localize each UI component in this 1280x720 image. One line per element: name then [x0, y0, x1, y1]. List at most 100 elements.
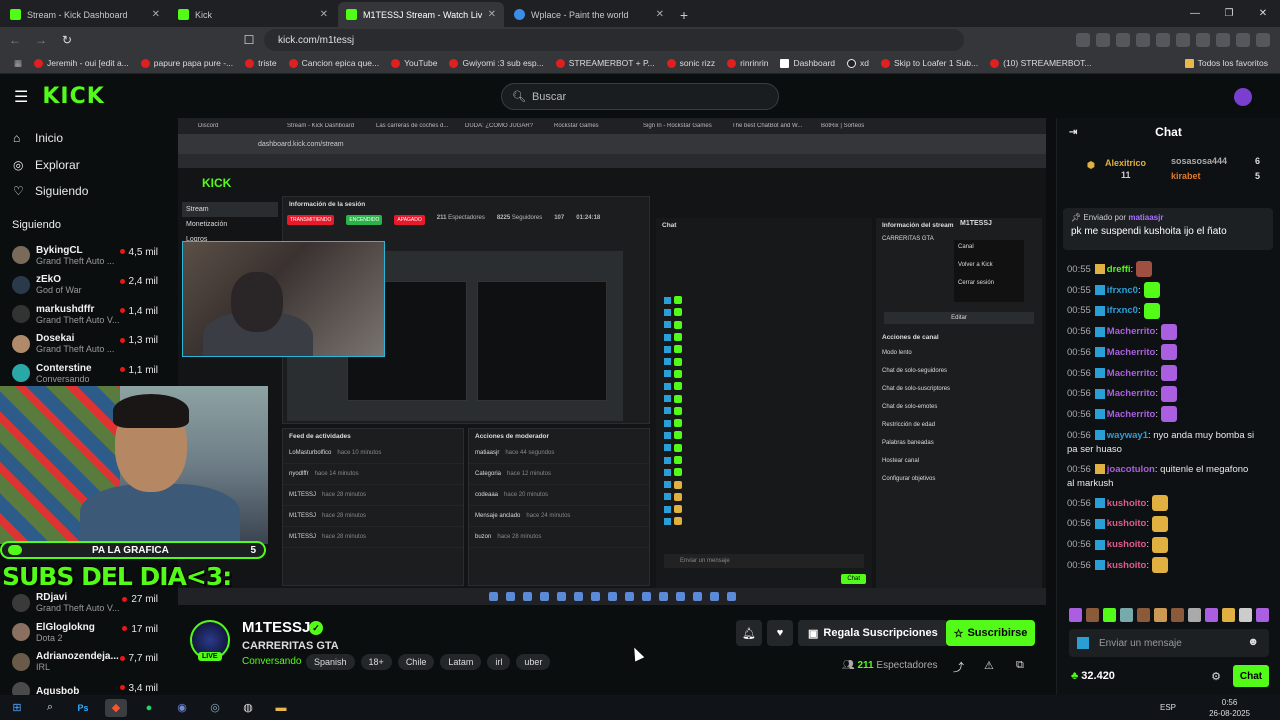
- gift-subs-button[interactable]: ▣ Regala Suscripciones: [798, 620, 948, 646]
- bookmark-item[interactable]: YouTube: [391, 58, 437, 68]
- chat-message[interactable]: 00:56 kushoito:: [1057, 535, 1267, 556]
- obs-icon[interactable]: ◍: [237, 699, 259, 717]
- emote[interactable]: [1222, 608, 1235, 622]
- pinned-message[interactable]: 📌︎ Enviado por matiaasjr pk me suspendi …: [1063, 208, 1273, 250]
- tag[interactable]: Chile: [397, 654, 435, 670]
- bookmark-item[interactable]: Gwiyomi :3 sub esp...: [449, 58, 544, 68]
- bookmark-item[interactable]: Cancion epica que...: [288, 58, 379, 68]
- channel-points[interactable]: 32.420: [1071, 670, 1115, 682]
- collapse-chat-icon[interactable]: ⇥: [1069, 127, 1077, 138]
- extension-icon[interactable]: [1236, 33, 1250, 47]
- chat-message[interactable]: 00:56 Macherrito:: [1057, 343, 1267, 364]
- followed-channel[interactable]: ElGloglokng Dota 2 17 mil: [0, 618, 170, 648]
- sidebar-item-siguiendo[interactable]: ♡ Siguiendo: [0, 178, 170, 205]
- tag[interactable]: irl: [487, 654, 511, 670]
- spotify-icon[interactable]: ●: [138, 699, 160, 717]
- emote[interactable]: [1137, 608, 1150, 622]
- new-tab-button[interactable]: +: [672, 2, 696, 27]
- extension-icon[interactable]: [1216, 33, 1230, 47]
- chat-message[interactable]: 00:56 Macherrito:: [1057, 405, 1267, 426]
- followed-channel[interactable]: Conterstine Conversando 1,1 mil: [0, 359, 170, 389]
- emote[interactable]: [1239, 608, 1252, 622]
- share-icon[interactable]: ⤴: [953, 659, 964, 675]
- close-tab-icon[interactable]: ✕: [488, 9, 496, 20]
- sidebar-item-explorar[interactable]: ◎ Explorar: [0, 152, 170, 179]
- chat-message[interactable]: 00:56 Macherrito:: [1057, 384, 1267, 405]
- forward-arrow-icon[interactable]: →: [30, 29, 52, 51]
- maximize-icon[interactable]: ❐: [1212, 0, 1246, 27]
- extension-icon[interactable]: [1196, 33, 1210, 47]
- chat-message[interactable]: 00:55 dreffi:: [1057, 260, 1267, 281]
- photoshop-icon[interactable]: Ps: [72, 699, 94, 717]
- follow-heart-button[interactable]: ♥: [767, 620, 793, 646]
- extension-icon[interactable]: [1176, 33, 1190, 47]
- emote[interactable]: [1256, 608, 1269, 622]
- extension-icon[interactable]: [1136, 33, 1150, 47]
- minimize-icon[interactable]: —: [1178, 0, 1212, 27]
- emote[interactable]: [1103, 608, 1116, 622]
- notification-bell-button[interactable]: 🔔︎: [736, 620, 762, 646]
- emote[interactable]: [1069, 608, 1082, 622]
- chat-message[interactable]: 00:56 Macherrito:: [1057, 322, 1267, 343]
- subscribe-button[interactable]: ☆ Suscribirse: [946, 620, 1035, 646]
- followed-channel[interactable]: zEkO God of War 2,4 mil: [0, 270, 170, 300]
- chat-message-input[interactable]: Enviar un mensaje ☻: [1069, 629, 1269, 657]
- followed-channel[interactable]: markushdffr Grand Theft Auto V... 1,4 mil: [0, 300, 170, 330]
- clock[interactable]: 0:56 26-08-2025: [1209, 697, 1250, 719]
- extension-icon[interactable]: [1256, 33, 1270, 47]
- gear-icon[interactable]: ⚙: [1211, 670, 1221, 683]
- bookmark-item[interactable]: sonic rizz: [666, 58, 715, 68]
- bookmark-item[interactable]: triste: [245, 58, 277, 68]
- chat-message[interactable]: 00:55 ifrxnc0:: [1057, 301, 1267, 322]
- tag[interactable]: 18+: [360, 654, 392, 670]
- language-indicator[interactable]: ESP: [1160, 703, 1176, 712]
- bookmark-item[interactable]: papure papa pure -...: [140, 58, 233, 68]
- emote[interactable]: [1086, 608, 1099, 622]
- extension-icon[interactable]: [1096, 33, 1110, 47]
- tag[interactable]: Latam: [440, 654, 482, 670]
- bookmark-item[interactable]: Skip to Loafer 1 Sub...: [881, 58, 978, 68]
- stream-video[interactable]: Discord Stream - Kick Dashboard Las carr…: [178, 118, 1046, 605]
- browser-tab[interactable]: Stream - Kick Dashboard ✕: [2, 2, 168, 27]
- chat-message[interactable]: 00:56 kushoito:: [1057, 514, 1267, 535]
- bookmark-item[interactable]: Dashboard: [780, 58, 835, 68]
- close-window-icon[interactable]: ✕: [1246, 0, 1280, 27]
- streamer-name[interactable]: M1TESSJ: [242, 619, 310, 636]
- menu-hamburger-icon[interactable]: ☰: [14, 87, 28, 107]
- tag[interactable]: uber: [516, 654, 551, 670]
- send-chat-button[interactable]: Chat: [1233, 665, 1269, 687]
- emote[interactable]: [1188, 608, 1201, 622]
- browser-tab[interactable]: Wplace - Paint the world ✕: [506, 2, 672, 27]
- close-tab-icon[interactable]: ✕: [656, 9, 664, 20]
- emote[interactable]: [1120, 608, 1133, 622]
- emote[interactable]: [1154, 608, 1167, 622]
- stream-category[interactable]: Conversando: [242, 656, 301, 667]
- chat-message[interactable]: 00:55 ifrxnc0:: [1057, 281, 1267, 302]
- report-icon[interactable]: ⚠: [984, 659, 994, 672]
- extension-icon[interactable]: [1116, 33, 1130, 47]
- bookmark-item[interactable]: rinrinrin: [727, 58, 768, 68]
- back-arrow-icon[interactable]: ←: [4, 29, 26, 51]
- reload-icon[interactable]: ↻: [56, 29, 78, 51]
- chat-message[interactable]: 00:56 kushoito:: [1057, 494, 1267, 515]
- emote[interactable]: [1205, 608, 1218, 622]
- close-tab-icon[interactable]: ✕: [152, 9, 160, 20]
- clip-icon[interactable]: ⧉: [1016, 659, 1024, 672]
- brave-icon[interactable]: ◆: [105, 698, 127, 717]
- followed-channel[interactable]: Dosekai Grand Theft Auto ... 1,3 mil: [0, 329, 170, 359]
- user-avatar[interactable]: [1234, 88, 1252, 106]
- extension-icon[interactable]: [1076, 33, 1090, 47]
- discord-icon[interactable]: ◉: [171, 699, 193, 717]
- bookmark-icon[interactable]: ☐: [238, 29, 260, 51]
- emoji-icon[interactable]: ☻: [1247, 636, 1259, 648]
- browser-tab[interactable]: Kick ✕: [170, 2, 336, 27]
- emote[interactable]: [1171, 608, 1184, 622]
- chat-message[interactable]: 00:56 joacotulon: quitenle el megafono al…: [1057, 460, 1267, 494]
- windows-start-icon[interactable]: ⊞: [6, 699, 28, 717]
- followed-channel[interactable]: RDjavi Grand Theft Auto V... 27 mil: [0, 588, 170, 618]
- apps-grid-icon[interactable]: ▦: [14, 58, 22, 69]
- bookmark-item[interactable]: (10) STREAMERBOT...: [990, 58, 1091, 68]
- search-icon[interactable]: ⌕: [39, 699, 61, 717]
- tag[interactable]: Spanish: [306, 654, 355, 670]
- sidebar-item-inicio[interactable]: ⌂ Inicio: [0, 125, 170, 152]
